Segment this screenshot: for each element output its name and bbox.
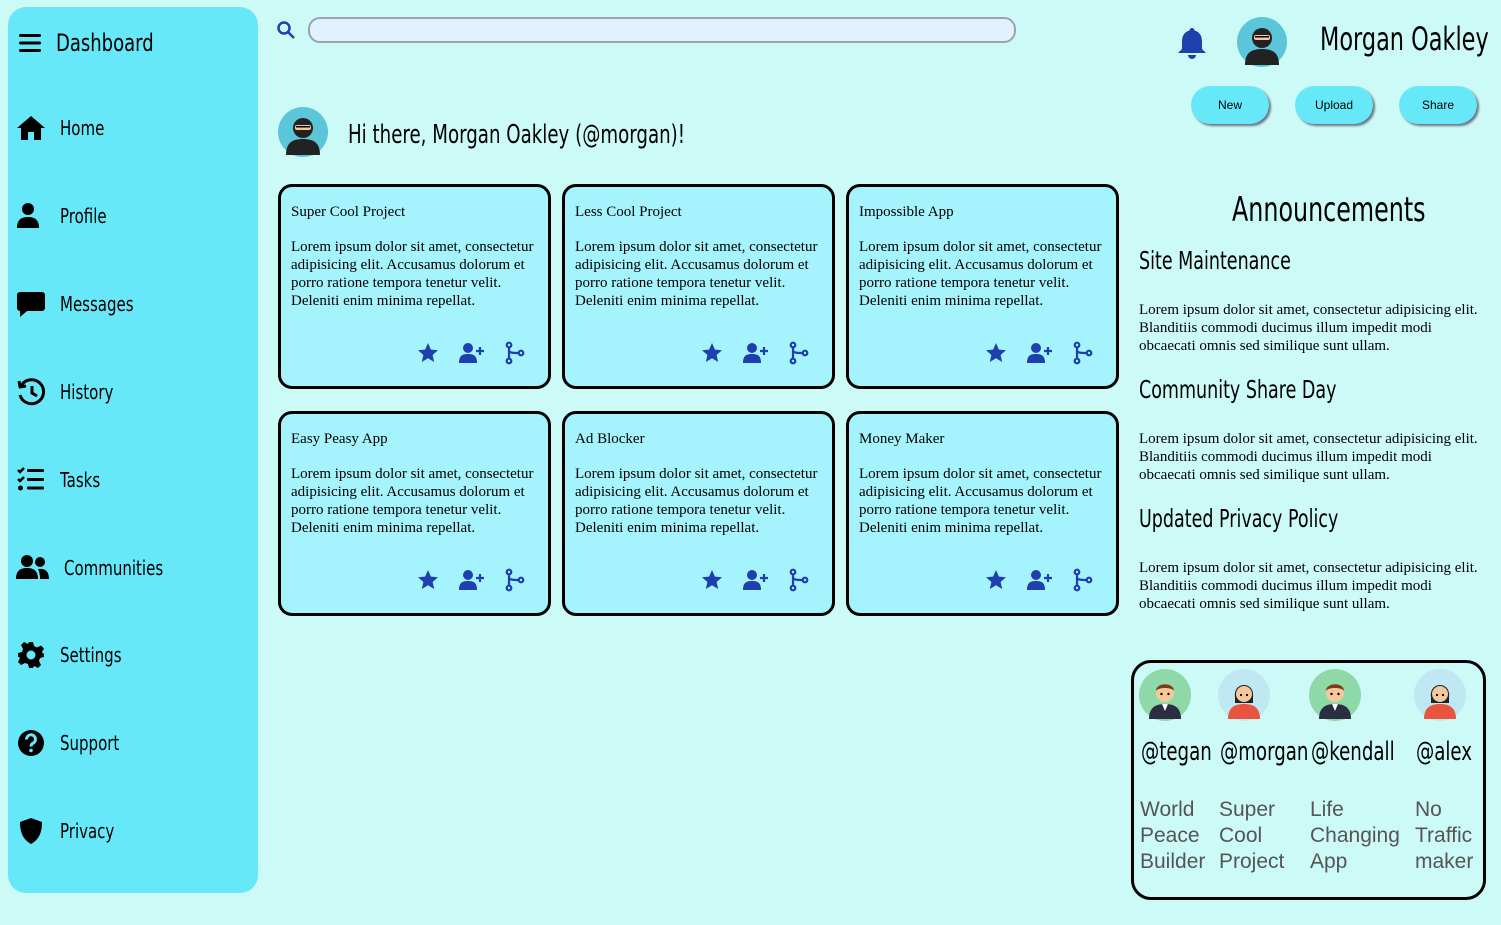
project-title: Super Cool Project bbox=[291, 204, 406, 220]
announcement-body: Lorem ipsum dolor sit amet, consectetur … bbox=[1139, 560, 1478, 612]
home-icon bbox=[17, 116, 45, 140]
project-description: Lorem ipsum dolor sit amet, consectetur … bbox=[859, 466, 1102, 536]
trending-handle[interactable]: @tegan bbox=[1141, 737, 1212, 767]
avatar[interactable] bbox=[1309, 669, 1361, 721]
question-icon bbox=[18, 730, 44, 756]
sidebar-item-label: Messages bbox=[60, 292, 134, 316]
sidebar-header: Dashboard bbox=[18, 23, 186, 63]
add-user-icon[interactable] bbox=[1027, 341, 1053, 365]
add-user-icon[interactable] bbox=[1027, 568, 1053, 592]
user-icon bbox=[17, 203, 39, 228]
trending-handle[interactable]: @kendall bbox=[1311, 737, 1395, 767]
upload-button[interactable]: Upload bbox=[1295, 86, 1373, 124]
sidebar-item-support[interactable]: Support bbox=[16, 723, 139, 763]
trending-description: World Peace Builder bbox=[1140, 798, 1206, 873]
project-title: Easy Peasy App bbox=[291, 431, 388, 447]
search-input[interactable] bbox=[308, 17, 1016, 43]
project-title: Less Cool Project bbox=[575, 204, 682, 220]
sidebar-item-privacy[interactable]: Privacy bbox=[16, 811, 132, 851]
announcements-heading: Announcements bbox=[1232, 190, 1426, 230]
project-card[interactable]: Super Cool Project Lorem ipsum dolor sit … bbox=[278, 184, 551, 389]
sidebar-item-label: Privacy bbox=[60, 819, 115, 843]
trending-handle[interactable]: @morgan bbox=[1220, 737, 1308, 767]
sidebar-item-profile[interactable]: Profile bbox=[16, 196, 122, 236]
project-card[interactable]: Ad Blocker Lorem ipsum dolor sit amet, co… bbox=[562, 411, 835, 616]
gear-icon bbox=[18, 642, 44, 668]
trending-description: Life Changing App bbox=[1310, 798, 1400, 873]
project-description: Lorem ipsum dolor sit amet, consectetur … bbox=[291, 239, 534, 309]
sidebar-item-label: Tasks bbox=[60, 468, 101, 492]
sidebar-item-label: Communities bbox=[64, 556, 164, 580]
add-user-icon[interactable] bbox=[743, 341, 769, 365]
sidebar-title: Dashboard bbox=[56, 29, 154, 57]
message-icon bbox=[17, 292, 45, 317]
star-icon[interactable] bbox=[984, 568, 1008, 592]
project-description: Lorem ipsum dolor sit amet, consectetur … bbox=[859, 239, 1102, 309]
sidebar-item-label: Home bbox=[60, 116, 105, 140]
announcement-body: Lorem ipsum dolor sit amet, consectetur … bbox=[1139, 431, 1478, 483]
announcement-title: Community Share Day bbox=[1139, 375, 1337, 404]
fork-icon[interactable] bbox=[503, 341, 527, 365]
tasks-icon bbox=[17, 467, 44, 491]
announcement-title: Site Maintenance bbox=[1139, 246, 1291, 275]
project-title: Impossible App bbox=[859, 204, 954, 220]
sidebar-item-home[interactable]: Home bbox=[16, 108, 119, 148]
fork-icon[interactable] bbox=[1071, 568, 1095, 592]
bell-icon[interactable] bbox=[1176, 26, 1208, 60]
user-name: Morgan Oakley bbox=[1320, 20, 1489, 58]
sidebar-item-tasks[interactable]: Tasks bbox=[16, 460, 114, 500]
sidebar-item-label: Profile bbox=[60, 204, 107, 228]
sidebar: Dashboard Home Profile Messages History … bbox=[8, 7, 258, 893]
project-card[interactable]: Less Cool Project Lorem ipsum dolor sit a… bbox=[562, 184, 835, 389]
announcement-body: Lorem ipsum dolor sit amet, consectetur … bbox=[1139, 302, 1478, 354]
greeting-avatar bbox=[278, 107, 328, 157]
fork-icon[interactable] bbox=[1071, 341, 1095, 365]
star-icon[interactable] bbox=[700, 341, 724, 365]
fork-icon[interactable] bbox=[503, 568, 527, 592]
project-card[interactable]: Easy Peasy App Lorem ipsum dolor sit amet… bbox=[278, 411, 551, 616]
star-icon[interactable] bbox=[700, 568, 724, 592]
menu-icon[interactable] bbox=[18, 31, 42, 55]
sidebar-item-communities[interactable]: Communities bbox=[16, 548, 196, 588]
history-icon bbox=[17, 378, 46, 406]
sidebar-item-settings[interactable]: Settings bbox=[16, 635, 142, 675]
new-button[interactable]: New bbox=[1191, 86, 1269, 124]
star-icon[interactable] bbox=[416, 568, 440, 592]
project-title: Money Maker bbox=[859, 431, 945, 447]
sidebar-item-label: Support bbox=[60, 731, 120, 755]
add-user-icon[interactable] bbox=[743, 568, 769, 592]
share-button[interactable]: Share bbox=[1399, 86, 1477, 124]
greeting: Hi there, Morgan Oakley (@morgan)! bbox=[348, 120, 686, 150]
trending-handle[interactable]: @alex bbox=[1416, 737, 1472, 767]
project-description: Lorem ipsum dolor sit amet, consectetur … bbox=[575, 239, 818, 309]
project-card[interactable]: Impossible App Lorem ipsum dolor sit amet… bbox=[846, 184, 1119, 389]
trending-panel: @tegan @morgan @kendall @alex World Peace… bbox=[1131, 660, 1486, 900]
sidebar-item-history[interactable]: History bbox=[16, 372, 131, 412]
fork-icon[interactable] bbox=[787, 568, 811, 592]
avatar[interactable] bbox=[1139, 669, 1191, 721]
project-description: Lorem ipsum dolor sit amet, consectetur … bbox=[291, 466, 534, 536]
trending-description: Super Cool Project bbox=[1219, 798, 1285, 873]
star-icon[interactable] bbox=[984, 341, 1008, 365]
project-title: Ad Blocker bbox=[575, 431, 645, 447]
announcement-title: Updated Privacy Policy bbox=[1139, 504, 1339, 533]
star-icon[interactable] bbox=[416, 341, 440, 365]
project-description: Lorem ipsum dolor sit amet, consectetur … bbox=[575, 466, 818, 536]
search-icon[interactable] bbox=[276, 20, 296, 40]
add-user-icon[interactable] bbox=[459, 341, 485, 365]
shield-icon bbox=[20, 818, 42, 844]
add-user-icon[interactable] bbox=[459, 568, 485, 592]
trending-description: No Traffic maker bbox=[1415, 798, 1474, 873]
avatar[interactable] bbox=[1237, 17, 1287, 67]
avatar[interactable] bbox=[1414, 669, 1466, 721]
sidebar-item-label: History bbox=[60, 380, 114, 404]
project-card[interactable]: Money Maker Lorem ipsum dolor sit amet, c… bbox=[846, 411, 1119, 616]
avatar[interactable] bbox=[1218, 669, 1270, 721]
fork-icon[interactable] bbox=[787, 341, 811, 365]
sidebar-item-messages[interactable]: Messages bbox=[16, 284, 158, 324]
sidebar-item-label: Settings bbox=[60, 643, 122, 667]
users-icon bbox=[16, 555, 49, 579]
